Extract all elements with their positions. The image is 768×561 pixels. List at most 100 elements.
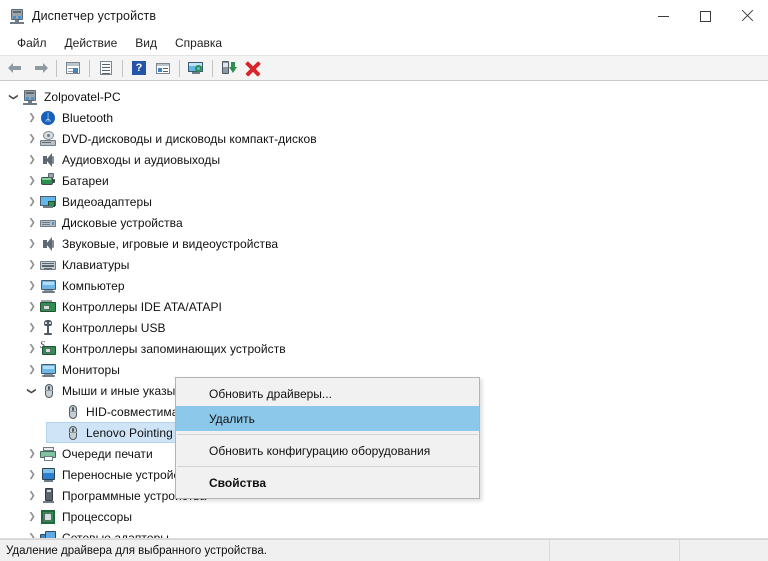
tree-node-label: Контроллеры запоминающих устройств	[62, 341, 286, 356]
tree-node-label: DVD-дисководы и дисководы компакт-дисков	[62, 131, 317, 146]
chevron-right-icon[interactable]: ❯	[24, 446, 40, 462]
context-menu-item[interactable]: Обновить конфигурацию оборудования	[176, 438, 479, 463]
tree-node[interactable]: ❯ Дисковые устройства	[0, 212, 768, 233]
chevron-right-icon[interactable]: ❯	[24, 131, 40, 147]
context-menu-item[interactable]: Удалить	[176, 406, 479, 431]
computer-root-icon	[22, 89, 39, 105]
chevron-right-icon[interactable]: ❯	[24, 215, 40, 231]
toolbar-separator	[89, 59, 90, 77]
network-adapter-icon	[40, 530, 57, 538]
chevron-right-icon[interactable]: ❯	[24, 530, 40, 539]
keyboard-icon	[40, 257, 57, 273]
context-menu-item[interactable]: Обновить драйверы...	[176, 381, 479, 406]
chevron-right-icon[interactable]: ❯	[24, 110, 40, 126]
details-view-button[interactable]	[151, 57, 175, 79]
status-cell-2	[550, 539, 680, 561]
tree-node-label: Контроллеры USB	[62, 320, 166, 335]
forward-button[interactable]	[28, 57, 52, 79]
device-manager-icon	[9, 8, 25, 24]
tree-node[interactable]: ❯ Клавиатуры	[0, 254, 768, 275]
mouse-icon	[64, 425, 81, 441]
bluetooth-icon: ᛦ	[40, 110, 57, 126]
chevron-right-icon[interactable]: ❯	[24, 236, 40, 252]
maximize-icon	[699, 10, 711, 22]
toolbar-separator	[179, 59, 180, 77]
context-menu-separator	[177, 434, 478, 435]
software-device-icon	[40, 487, 57, 504]
device-tree-panel[interactable]: ❯ Zolpovatel-PC ❯ ᛦ Bluetooth ❯ DVD-дисководы …	[0, 81, 768, 539]
scan-hardware-button[interactable]	[184, 57, 208, 79]
toolbar-separator	[212, 59, 213, 77]
storage-controller-icon: S	[40, 340, 57, 357]
status-cell-3	[680, 540, 768, 561]
tree-node[interactable]: ❯ ᛦ Bluetooth	[0, 107, 768, 128]
chevron-right-icon[interactable]: ❯	[24, 257, 40, 273]
menu-action[interactable]: Действие	[56, 34, 127, 53]
tree-node[interactable]: ❯ Контроллеры USB	[0, 317, 768, 338]
tree-node[interactable]: ❯ Zolpovatel-PC	[0, 86, 768, 107]
ide-controller-icon	[40, 299, 57, 315]
tree-node-label: Аудиовходы и аудиовыходы	[62, 152, 221, 167]
scan-hardware-icon	[187, 59, 205, 77]
menu-help[interactable]: Справка	[166, 34, 231, 53]
properties-pane-icon	[64, 59, 82, 77]
tree-node[interactable]: ❯ Сетевые адаптеры	[0, 527, 768, 539]
menu-bar: Файл Действие Вид Справка	[0, 32, 768, 55]
window-controls	[642, 0, 768, 32]
back-button[interactable]	[4, 57, 28, 79]
chevron-right-icon[interactable]: ❯	[24, 467, 40, 483]
help-button[interactable]: ?	[127, 57, 151, 79]
mouse-icon	[40, 383, 57, 399]
minimize-icon	[657, 15, 669, 17]
tree-node[interactable]: ❯ Батареи	[0, 170, 768, 191]
chevron-right-icon[interactable]: ❯	[24, 509, 40, 525]
update-driver-button[interactable]	[217, 57, 241, 79]
properties-button[interactable]	[61, 57, 85, 79]
chevron-right-icon[interactable]: ❯	[24, 299, 40, 315]
minimize-button[interactable]	[642, 0, 684, 32]
tree-node[interactable]: ❯ Видеоадаптеры	[0, 191, 768, 212]
uninstall-device-button[interactable]	[241, 57, 265, 79]
chevron-right-icon[interactable]: ❯	[24, 194, 40, 210]
title-bar: Диспетчер устройств	[0, 0, 768, 32]
toolbar: ?	[0, 55, 768, 81]
sound-device-icon	[40, 236, 57, 252]
tree-node[interactable]: ❯ S Контроллеры запоминающих устройств	[0, 338, 768, 359]
menu-view[interactable]: Вид	[126, 34, 166, 53]
mouse-icon	[64, 404, 81, 420]
device-manager-window: Диспетчер устройств Файл Действие Вид Сп…	[0, 0, 768, 561]
tree-node[interactable]: ❯ Звуковые, игровые и видеоустройства	[0, 233, 768, 254]
tree-node-label: Контроллеры IDE ATA/ATAPI	[62, 299, 222, 314]
close-button[interactable]	[726, 0, 768, 32]
tree-node[interactable]: ❯ Компьютер	[0, 275, 768, 296]
context-menu-item[interactable]: Свойства	[176, 470, 479, 495]
tree-node-label: Zolpovatel-PC	[44, 89, 121, 104]
tree-node[interactable]: ❯ DVD-дисководы и дисководы компакт-диско…	[0, 128, 768, 149]
chevron-right-icon[interactable]: ❯	[24, 173, 40, 189]
chevron-down-icon[interactable]: ❯	[6, 89, 22, 105]
context-menu[interactable]: Обновить драйверы... Удалить Обновить конф…	[175, 377, 480, 499]
show-list-button[interactable]	[94, 57, 118, 79]
tree-node-label: Компьютер	[62, 278, 125, 293]
usb-controller-icon	[40, 319, 57, 336]
tree-node-label: Клавиатуры	[62, 257, 130, 272]
chevron-right-icon[interactable]: ❯	[24, 341, 40, 357]
tree-node-label: Очереди печати	[62, 446, 153, 461]
chevron-right-icon[interactable]: ❯	[24, 362, 40, 378]
tree-node[interactable]: ❯ Аудиовходы и аудиовыходы	[0, 149, 768, 170]
status-bar: Удаление драйвера для выбранного устройс…	[0, 539, 768, 561]
chevron-right-icon[interactable]: ❯	[24, 278, 40, 294]
chevron-right-icon[interactable]: ❯	[24, 152, 40, 168]
computer-icon	[40, 278, 57, 294]
disk-drive-icon	[40, 215, 57, 231]
battery-icon	[40, 172, 57, 189]
tree-node[interactable]: ❯ Процессоры	[0, 506, 768, 527]
chevron-right-icon[interactable]: ❯	[24, 488, 40, 504]
processor-icon	[40, 509, 57, 525]
chevron-down-icon[interactable]: ❯	[24, 383, 40, 399]
menu-file[interactable]: Файл	[8, 34, 56, 53]
chevron-right-icon[interactable]: ❯	[24, 320, 40, 336]
tree-node[interactable]: ❯ Контроллеры IDE ATA/ATAPI	[0, 296, 768, 317]
tree-node-label: Процессоры	[62, 509, 132, 524]
maximize-button[interactable]	[684, 0, 726, 32]
